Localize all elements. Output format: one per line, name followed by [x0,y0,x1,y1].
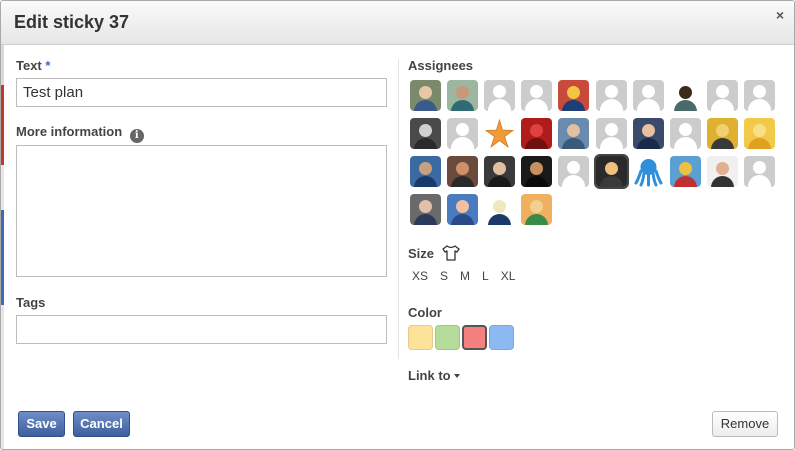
assignee-avatar[interactable] [410,118,441,149]
assignee-avatar[interactable] [521,80,552,111]
assignee-avatar[interactable] [521,118,552,149]
assignee-avatar[interactable] [558,80,589,111]
column-divider [398,59,399,359]
assignee-avatar[interactable] [744,80,775,111]
link-to-label: Link to [408,368,451,383]
tags-label: Tags [16,295,46,310]
text-input[interactable] [16,78,387,107]
assignee-avatar[interactable] [447,118,478,149]
assignee-avatar[interactable] [558,156,589,187]
assignee-avatar[interactable] [447,156,478,187]
assignee-avatar[interactable] [633,118,664,149]
close-icon[interactable]: × [776,7,784,23]
assignee-avatar[interactable] [410,156,441,187]
cancel-button[interactable]: Cancel [73,411,130,437]
assignee-avatar[interactable] [707,118,738,149]
assignee-avatar[interactable] [484,194,515,225]
size-options: XS S M L XL [412,269,527,283]
assignee-avatar[interactable] [521,194,552,225]
assignee-avatar[interactable] [596,80,627,111]
size-option[interactable]: S [440,269,448,283]
assignees-label: Assignees [408,58,474,73]
size-option[interactable]: L [482,269,489,283]
assignee-avatar[interactable] [447,80,478,111]
assignee-avatar[interactable] [521,156,552,187]
color-swatch-blue[interactable] [489,325,514,350]
assignee-avatar[interactable] [633,156,664,187]
assignee-avatar[interactable] [594,154,629,189]
link-to-dropdown[interactable]: Link to [408,368,460,383]
assignee-avatar[interactable] [484,156,515,187]
dialog-header: Edit sticky 37 × [1,1,794,45]
assignee-avatar[interactable] [744,156,775,187]
color-label: Color [408,305,442,320]
background-strip [1,45,4,449]
tshirt-icon [441,245,460,261]
chevron-down-icon [453,374,460,378]
assignee-avatar[interactable] [707,156,738,187]
color-swatch-red[interactable] [462,325,487,350]
text-label-text: Text [16,58,42,73]
size-label: Size [408,245,460,261]
color-swatch-yellow[interactable] [408,325,433,350]
more-info-label-text: More information [16,124,123,139]
info-icon[interactable]: i [129,129,144,143]
assignee-avatar[interactable] [744,118,775,149]
assignee-avatar[interactable] [410,194,441,225]
save-button[interactable]: Save [18,411,65,437]
assignee-avatar[interactable] [410,80,441,111]
more-info-label: More information i [16,124,144,143]
dialog-title: Edit sticky 37 [14,12,130,32]
assignee-avatar[interactable] [707,80,738,111]
color-swatch-green[interactable] [435,325,460,350]
size-label-text: Size [408,246,435,261]
tags-input[interactable] [16,315,387,344]
assignee-avatar[interactable] [670,156,701,187]
assignee-avatar[interactable] [670,118,701,149]
assignee-avatar[interactable] [447,194,478,225]
size-option[interactable]: XL [501,269,516,283]
assignee-avatar[interactable] [633,80,664,111]
more-info-textarea[interactable] [16,145,387,277]
edit-sticky-dialog: Edit sticky 37 × Text * More information… [0,0,795,450]
assignee-avatar[interactable] [596,118,627,149]
size-option[interactable]: XS [412,269,428,283]
size-option[interactable]: M [460,269,470,283]
assignee-avatar[interactable] [558,118,589,149]
assignee-avatar[interactable] [484,80,515,111]
text-label: Text * [16,58,50,73]
remove-button[interactable]: Remove [712,411,778,437]
required-mark: * [45,58,51,73]
assignee-avatar[interactable] [670,80,701,111]
assignee-avatar[interactable] [484,118,515,149]
